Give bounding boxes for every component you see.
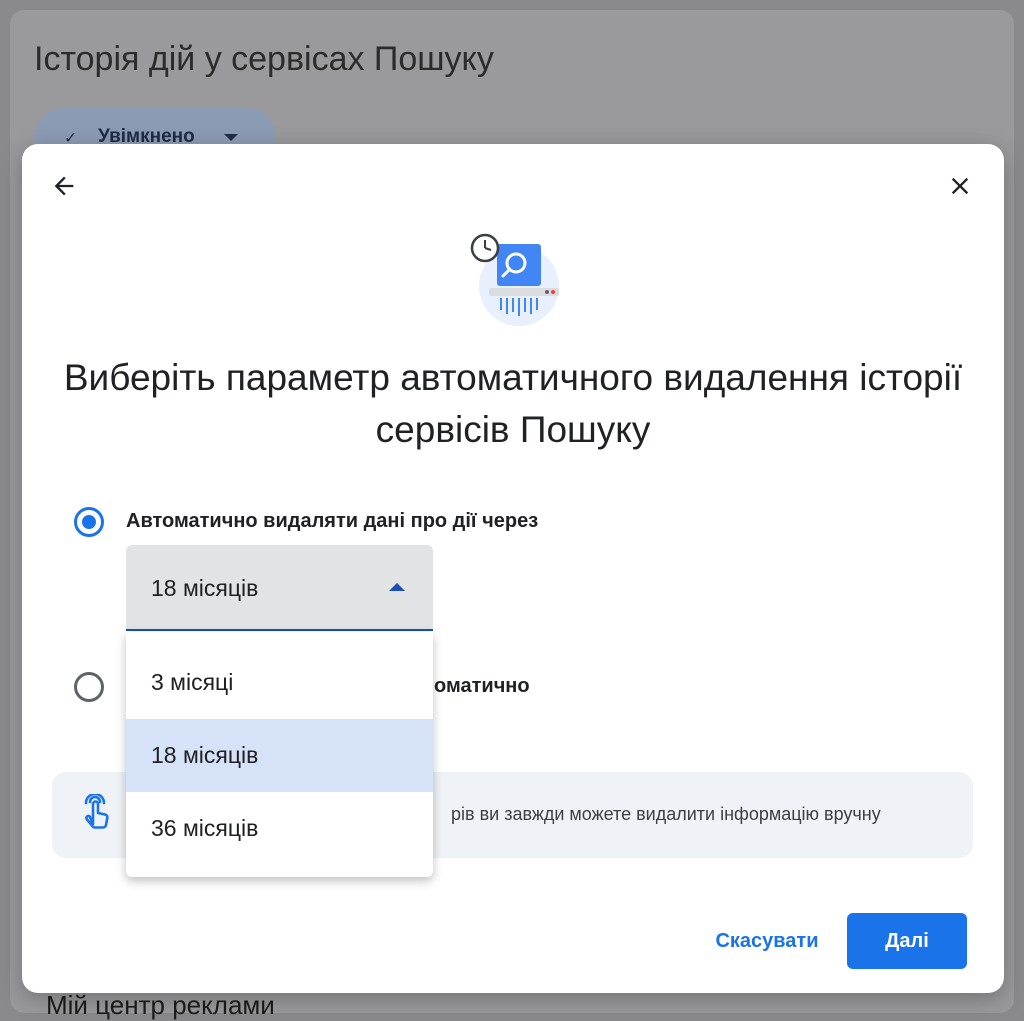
close-button[interactable] bbox=[938, 164, 982, 208]
menu-option-18-months[interactable]: 18 місяців bbox=[126, 719, 433, 792]
dialog-heading: Виберіть параметр автоматичного видаленн… bbox=[22, 352, 1004, 456]
touch-hand-icon bbox=[84, 794, 109, 829]
auto-delete-dialog: Виберіть параметр автоматичного видаленн… bbox=[22, 144, 1004, 993]
auto-delete-illustration bbox=[470, 233, 559, 326]
arrow-back-icon bbox=[54, 176, 74, 196]
dialog-heading-line-1: Виберіть параметр автоматичного видаленн… bbox=[63, 357, 963, 398]
menu-option-3-months[interactable]: 3 місяці bbox=[126, 646, 433, 719]
cancel-button[interactable]: Скасувати bbox=[700, 916, 834, 966]
caret-up-icon bbox=[389, 583, 405, 591]
menu-option-36-months[interactable]: 36 місяців bbox=[126, 792, 433, 865]
radio-no-auto-delete[interactable] bbox=[74, 672, 104, 702]
dialog-heading-line-2: сервісів Пошуку bbox=[375, 409, 651, 450]
period-dropdown-menu: 3 місяці 18 місяців 36 місяців bbox=[126, 632, 433, 877]
page-title: Історія дій у сервісах Пошуку bbox=[34, 40, 494, 78]
radio-no-auto-delete-label-text: оматично bbox=[434, 675, 530, 697]
radio-auto-delete-label: Автоматично видаляти дані про дії через bbox=[126, 510, 539, 532]
back-button[interactable] bbox=[42, 164, 86, 208]
radio-selected-dot bbox=[82, 515, 96, 529]
period-select[interactable]: 18 місяців bbox=[126, 545, 433, 631]
ad-center-link[interactable]: Мій центр реклами bbox=[46, 990, 275, 1021]
period-select-value: 18 місяців bbox=[151, 575, 259, 601]
next-button[interactable]: Далі bbox=[847, 913, 967, 969]
close-icon bbox=[951, 177, 969, 195]
radio-auto-delete[interactable] bbox=[74, 507, 104, 537]
info-text: рів ви завжди можете видалити інформацію… bbox=[451, 804, 881, 824]
chevron-down-icon bbox=[224, 134, 238, 141]
